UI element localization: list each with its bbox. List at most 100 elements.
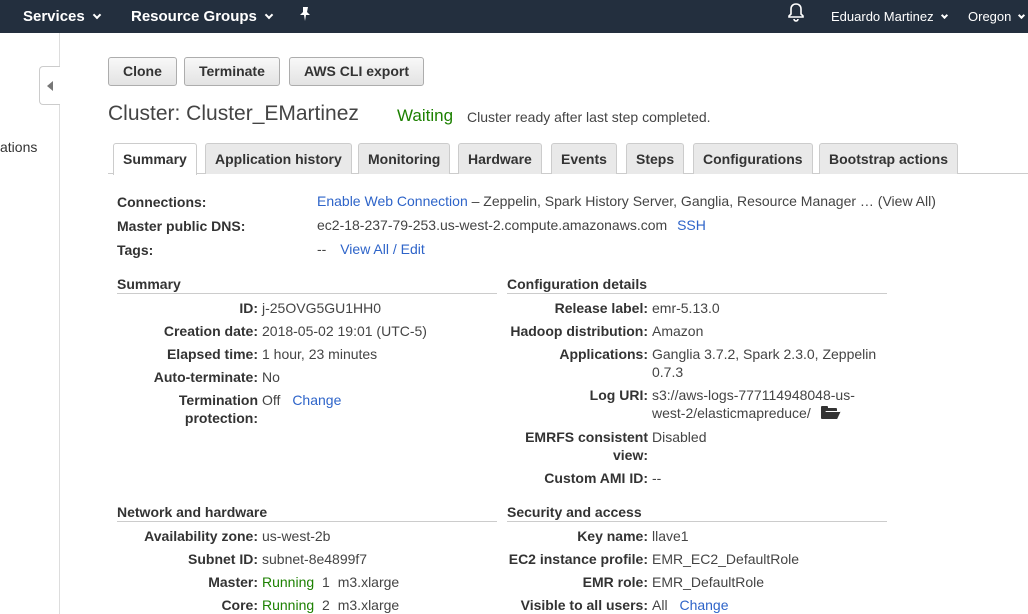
tab-application-history[interactable]: Application history	[205, 143, 352, 174]
applications-line2: 0.7.3	[652, 364, 684, 380]
log-uri-line1: s3://aws-logs-777114948048-us-	[652, 387, 855, 403]
services-menu[interactable]: Services	[23, 0, 101, 33]
tab-events[interactable]: Events	[551, 143, 617, 174]
enable-web-connection-link[interactable]: Enable Web Connection	[317, 193, 468, 209]
emr-role-label: EMR role:	[582, 574, 648, 590]
resource-groups-menu[interactable]: Resource Groups	[131, 0, 274, 33]
core-status: Running	[262, 597, 315, 613]
subnet-id-link[interactable]: subnet-8e4899f7	[262, 550, 367, 568]
master-dns-label: Master public DNS:	[117, 218, 246, 234]
creation-date: 2018-05-02 19:01 (UTC-5)	[262, 323, 427, 339]
config-section-title: Configuration details	[507, 276, 647, 292]
visible-to-all-users-value: All Change	[652, 596, 729, 614]
ec2-instance-profile-value: EMR_EC2_DefaultRole	[652, 551, 800, 567]
master-dns-text: ec2-18-237-79-253.us-west-2.compute.amaz…	[317, 217, 668, 233]
emrfs-label-line2: view:	[612, 447, 648, 463]
region-menu[interactable]: Oregon	[968, 0, 1026, 33]
caret-left-icon	[47, 81, 53, 91]
termination-protection-label: Termination protection:	[117, 391, 258, 427]
connections-label: Connections:	[117, 194, 207, 210]
applications-value: Ganglia 3.7.2, Spark 2.3.0, Zeppelin 0.7…	[652, 345, 876, 381]
master-value: Running 1 m3.xlarge	[262, 573, 399, 591]
master-dns-value: ec2-18-237-79-253.us-west-2.compute.amaz…	[317, 217, 706, 233]
folder-open-icon[interactable]	[820, 406, 841, 419]
core-instance-type: m3.xlarge	[337, 597, 400, 613]
tab-hardware[interactable]: Hardware	[458, 143, 542, 174]
availability-zone-value: us-west-2b	[262, 528, 331, 544]
creation-date-label: Creation date:	[163, 323, 258, 339]
release-label-label: Release label:	[554, 300, 648, 316]
applications-line1: Ganglia 3.7.2, Spark 2.3.0, Zeppelin	[652, 346, 877, 362]
aws-cli-export-button[interactable]: AWS CLI export	[289, 57, 425, 86]
log-uri-line2: west-2/elasticmapreduce/	[652, 405, 811, 421]
master-instance-type: m3.xlarge	[337, 574, 400, 590]
tab-summary[interactable]: Summary	[113, 143, 197, 175]
master-status: Running	[262, 574, 315, 590]
ec2-instance-profile-label: EC2 instance profile:	[508, 551, 648, 567]
security-section-title: Security and access	[507, 504, 642, 520]
applications-label: Applications:	[559, 346, 648, 362]
summary-section-title: Summary	[117, 276, 181, 292]
log-uri-line2-wrap: west-2/elasticmapreduce/	[652, 404, 855, 422]
chevron-down-icon	[92, 10, 101, 20]
tags-dash: --	[317, 241, 327, 257]
availability-zone-label: Availability zone:	[144, 528, 258, 544]
emrfs-label-line1: EMRFS consistent	[525, 429, 648, 445]
bell-icon[interactable]	[787, 1, 805, 34]
auto-terminate-label: Auto-terminate:	[153, 369, 258, 385]
top-nav-bar: Services Resource Groups Eduardo Martine…	[0, 0, 1028, 33]
sidebar-divider	[59, 33, 60, 614]
chevron-down-icon	[1018, 11, 1026, 20]
tab-monitoring[interactable]: Monitoring	[358, 143, 451, 174]
user-menu[interactable]: Eduardo Martinez	[831, 0, 948, 33]
core-label: Core:	[221, 597, 258, 613]
connections-apps: – Zeppelin, Spark History Server, Gangli…	[471, 193, 936, 209]
cluster-id: j-25OVG5GU1HH0	[262, 300, 382, 316]
termination-protection-change-link[interactable]: Change	[292, 392, 341, 408]
region-name: Oregon	[968, 9, 1012, 24]
termination-protection-label-line2: protection:	[184, 410, 258, 426]
core-value: Running 2 m3.xlarge	[262, 596, 399, 614]
status-message: Cluster ready after last step completed.	[467, 109, 711, 125]
visible-to-all-users-state: All	[652, 597, 668, 613]
visible-to-all-users-label: Visible to all users:	[520, 597, 648, 613]
tags-value: -- View All / Edit	[317, 241, 425, 257]
connections-value: Enable Web Connection – Zeppelin, Spark …	[317, 193, 936, 209]
tab-bar: Summary Application history Monitoring H…	[108, 143, 1028, 175]
emrfs-value: Disabled	[652, 429, 707, 445]
release-label-value: emr-5.13.0	[652, 300, 720, 316]
sidebar-item-partial[interactable]: ations	[0, 139, 37, 155]
pin-icon[interactable]	[298, 1, 312, 34]
termination-protection-value: Off Change	[262, 391, 341, 409]
resource-groups-label: Resource Groups	[131, 8, 257, 25]
tab-configurations[interactable]: Configurations	[693, 143, 813, 174]
config-section-rule	[507, 293, 887, 294]
key-name-label: Key name:	[577, 528, 648, 544]
status-badge: Waiting	[397, 106, 454, 125]
key-name-value: llave1	[652, 528, 689, 544]
subnet-id-label: Subnet ID:	[188, 551, 258, 567]
network-section-title: Network and hardware	[117, 504, 268, 520]
tab-bootstrap-actions[interactable]: Bootstrap actions	[819, 143, 959, 174]
custom-ami-value: --	[652, 470, 662, 486]
chevron-down-icon	[264, 10, 274, 20]
termination-protection-state: Off	[262, 392, 281, 408]
emr-role-value: EMR_DefaultRole	[652, 574, 765, 590]
clone-button[interactable]: Clone	[108, 57, 177, 86]
core-count: 2	[322, 597, 330, 613]
elapsed-time-label: Elapsed time:	[166, 346, 258, 362]
user-name: Eduardo Martinez	[831, 9, 934, 24]
master-count: 1	[322, 574, 330, 590]
log-uri-value: s3://aws-logs-777114948048-us- west-2/el…	[652, 386, 855, 422]
id-label: ID:	[239, 300, 258, 316]
tags-view-edit-link[interactable]: View All / Edit	[340, 241, 425, 257]
terminate-button[interactable]: Terminate	[184, 57, 280, 86]
custom-ami-label: Custom AMI ID:	[544, 470, 648, 486]
master-label: Master:	[208, 574, 258, 590]
hadoop-distribution-value: Amazon	[652, 323, 704, 339]
ssh-link[interactable]: SSH	[677, 217, 706, 233]
sidebar-collapse-button[interactable]	[39, 66, 60, 105]
visible-to-all-users-change-link[interactable]: Change	[679, 597, 728, 613]
page-title: Cluster: Cluster_EMartinez	[108, 102, 359, 125]
tab-steps[interactable]: Steps	[626, 143, 685, 174]
